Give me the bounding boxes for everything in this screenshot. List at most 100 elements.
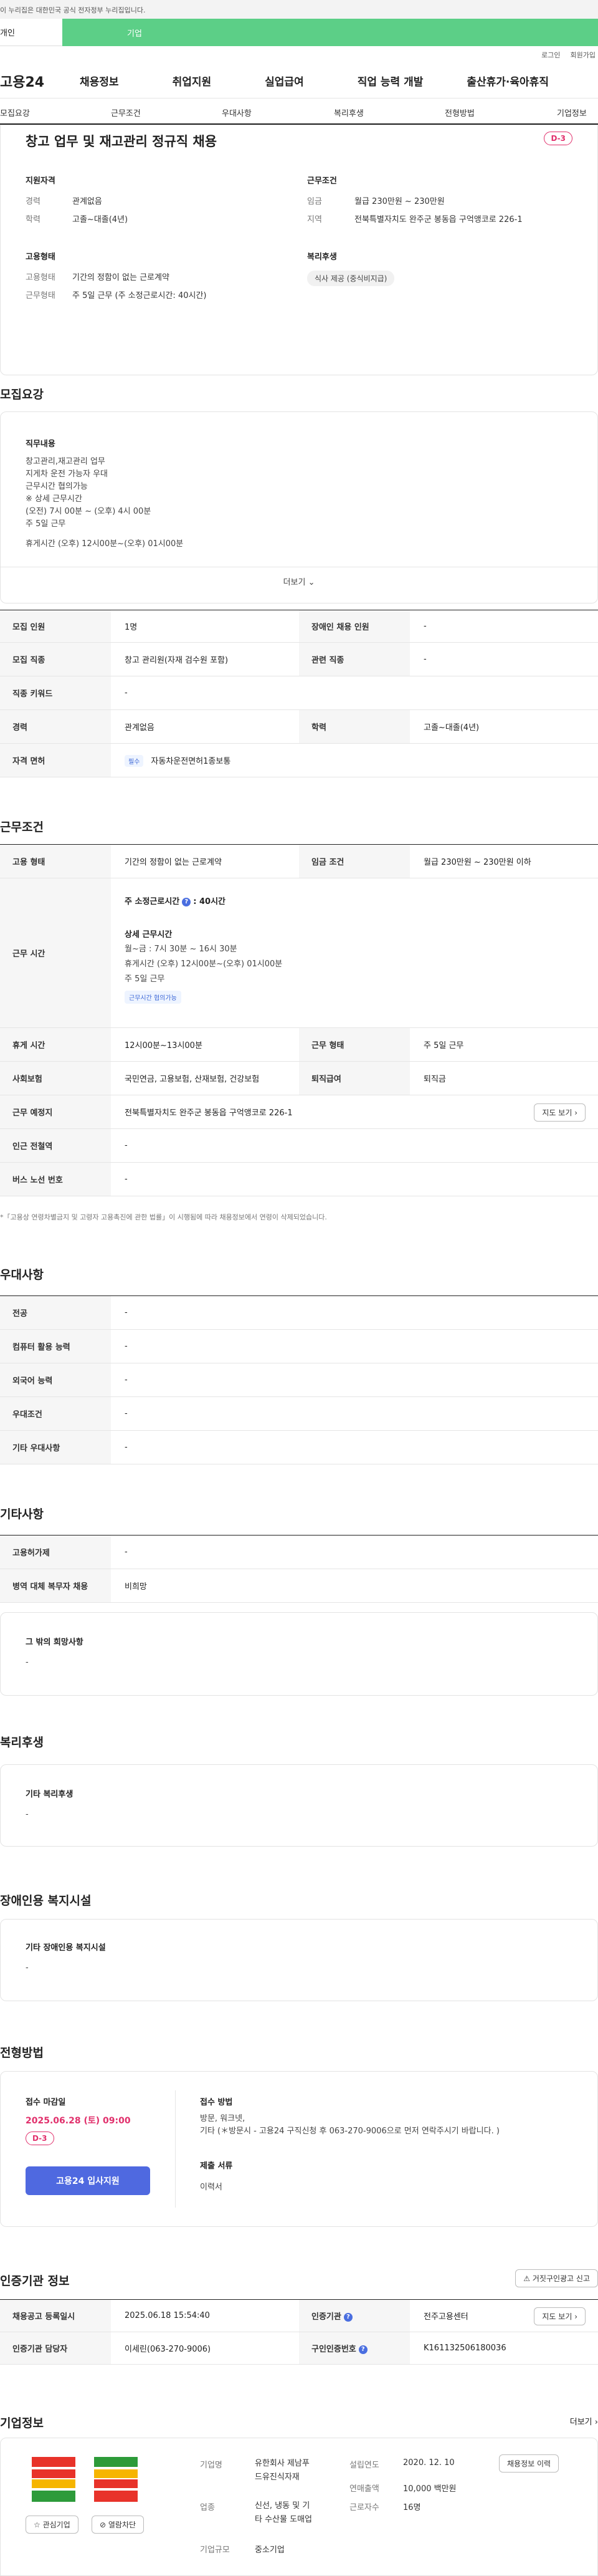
block-view-button[interactable]: ⊘ 열람차단: [92, 2516, 145, 2534]
table-cell: -: [111, 1430, 598, 1464]
table-cell: 관계없음: [111, 709, 299, 744]
application-method: 방문, 워크넷, 기타 (＊방문시 - 고용24 구직신청 후 063-270-…: [200, 2114, 500, 2136]
signup-link[interactable]: 회원가입: [571, 50, 596, 60]
table-cell: -: [111, 1329, 598, 1363]
work-table: 고용 형태 기간의 정함이 없는 근로계약 임금 조건 월급 230만원 ~ 230…: [0, 844, 598, 1196]
tab-personal[interactable]: 개인: [0, 19, 62, 46]
nav-parental-leave[interactable]: 출산휴가·육아휴직: [467, 73, 549, 89]
report-icon: ⚠: [523, 2274, 531, 2283]
help-icon[interactable]: ?: [358, 2345, 368, 2354]
deadline-dday-badge: D-3: [26, 2131, 54, 2145]
tab-welfare[interactable]: 복리후생: [334, 107, 364, 118]
nav-unemployment[interactable]: 실업급여: [265, 73, 304, 89]
table-cell: 국민연금, 고용보험, 산재보험, 건강보험: [111, 1061, 299, 1095]
table-cell: -: [410, 642, 598, 676]
table-header-cell: 학력: [299, 709, 410, 744]
map-view-button[interactable]: 지도 보기 ›: [534, 1103, 586, 1122]
company-more-link[interactable]: 더보기 ›: [570, 2415, 598, 2427]
utility-links: 로그인 회원가입: [0, 46, 598, 64]
tab-company[interactable]: 기업정보: [557, 107, 587, 118]
user-type-tabs: 개인 기업: [0, 19, 598, 46]
site-logo[interactable]: 고용24: [0, 71, 75, 91]
table-cell: -: [111, 1396, 598, 1431]
report-false-ad-button[interactable]: ⚠ 거짓구인광고 신고: [515, 2269, 598, 2287]
company-box: ☆ 관심기업 ⊘ 열람차단 기업명 유한회사 제남푸 드유진식자재 설립연도 20…: [0, 2438, 598, 2576]
table-cell: 2025.06.18 15:54:40: [111, 2299, 299, 2332]
table-header-cell: 인근 전철역: [0, 1128, 111, 1163]
table-header-cell: 모집 인원: [0, 610, 111, 643]
table-cell: -: [111, 1128, 598, 1163]
prefer-heading: 우대사항: [0, 1268, 44, 1282]
employment-type-group: 고용형태 고용형태 기간의 정함이 없는 근로계약 근무형태 주 5일 근무 (주 …: [26, 252, 207, 300]
disabled-facility-box: 기타 장애인용 복지시설 -: [0, 1919, 598, 2001]
nav-employment-support[interactable]: 취업지원: [173, 73, 212, 89]
table-cell: -: [111, 1363, 598, 1397]
table-header-cell: 고용 형태: [0, 844, 111, 878]
table-header-cell: 사회보험: [0, 1061, 111, 1095]
cert-map-button[interactable]: 지도 보기 ›: [534, 2307, 586, 2325]
disabled-facility-heading: 장애인용 복지시설: [0, 1894, 92, 1908]
table-header-cell: 모집 직종: [0, 642, 111, 676]
table-cell: 12시00분~13시00분: [111, 1027, 299, 1062]
table-header-cell: 관련 직종: [299, 642, 410, 676]
table-cell: 고졸~대졸(4년): [410, 709, 598, 744]
nav-jobs[interactable]: 채용정보: [80, 73, 119, 89]
table-header-cell: 채용공고 등록일시: [0, 2299, 111, 2332]
cert-heading: 인증기관 정보: [0, 2274, 70, 2288]
tab-preference[interactable]: 우대사항: [222, 107, 252, 118]
recruit-heading: 모집요강: [0, 388, 44, 401]
table-header-cell: 퇴직급여: [299, 1061, 410, 1095]
table-cell: -: [111, 1295, 598, 1330]
table-cell: 주 소정근로시간?: 40시간 상세 근무시간 월~금 : 7시 30분 ~ 1…: [111, 878, 598, 1028]
table-header-cell: 휴게 시간: [0, 1027, 111, 1062]
hiring-history-button[interactable]: 채용정보 이력: [499, 2454, 559, 2473]
etc-table: 고용허가제 - 병역 대체 복무자 채용 비희망: [0, 1535, 598, 1603]
table-header-cell: 근무 형태: [299, 1027, 410, 1062]
table-header-cell: 구인인증번호?: [299, 2332, 410, 2365]
duty-content: 창고관리,재고관리 업무 지게차 운전 가능자 우대 근무시간 협의가능 ※ 상…: [26, 457, 184, 549]
tab-selection[interactable]: 전형방법: [445, 107, 475, 118]
benefit-heading: 복리후생: [0, 1736, 44, 1749]
tab-conditions[interactable]: 근무조건: [111, 107, 141, 118]
login-link[interactable]: 로그인: [541, 50, 560, 60]
global-nav: 고용24 채용정보 취업지원 실업급여 직업 능력 개발 출산휴가·육아휴직: [0, 64, 598, 99]
table-header-cell: 근무 시간: [0, 878, 111, 1028]
table-header-cell: 인증기관 담당자: [0, 2332, 111, 2365]
table-header-cell: 자격 면허: [0, 743, 111, 777]
selection-heading: 전형방법: [0, 2046, 44, 2060]
tab-recruit[interactable]: 모집요강: [0, 107, 30, 118]
table-cell: K161132506180036: [410, 2332, 598, 2365]
table-header-cell: 전공: [0, 1295, 111, 1330]
company-heading: 기업정보: [0, 2416, 44, 2430]
help-icon[interactable]: ?: [343, 2312, 353, 2322]
table-cell: 1명: [111, 610, 299, 643]
table-cell: -: [410, 610, 598, 643]
help-icon[interactable]: ?: [182, 897, 191, 906]
table-cell: 비희망: [111, 1569, 598, 1603]
tab-company[interactable]: 기업: [62, 19, 598, 46]
nav-training[interactable]: 직업 능력 개발: [358, 73, 424, 89]
table-header-cell: 버스 노선 번호: [0, 1162, 111, 1196]
apply-button[interactable]: 고용24 입사지원: [26, 2166, 150, 2195]
qualification-group: 지원자격 경력 관계없음 학력 고졸~대졸(4년): [26, 176, 128, 224]
prefer-table: 전공 - 컴퓨터 활용 능력 - 외국어 능력 - 우대조건 - 기타 우대사항 -: [0, 1295, 598, 1464]
duty-more-button[interactable]: 더보기 ⌄: [1, 575, 597, 587]
table-header-cell: 병역 대체 복무자 채용: [0, 1569, 111, 1603]
work-condition-group: 근무조건 임금 월급 230만원 ~ 230만원 지역 전북특별자치도 완주군 봉동…: [307, 176, 523, 224]
hope-box: 그 밖의 희망사항 -: [0, 1612, 598, 1696]
welfare-chip: 식사 제공 (중식비지급): [307, 271, 395, 286]
table-header-cell: 직종 키워드: [0, 676, 111, 710]
table-cell: 전주고용센터 지도 보기 ›: [410, 2299, 598, 2332]
work-heading: 근무조건: [0, 820, 44, 834]
table-header-cell: 기타 우대사항: [0, 1430, 111, 1464]
company-logo: [26, 2454, 150, 2504]
table-cell: -: [111, 676, 598, 710]
table-header-cell: 외국어 능력: [0, 1363, 111, 1397]
table-header-cell: 고용허가제: [0, 1535, 111, 1569]
favorite-company-button[interactable]: ☆ 관심기업: [26, 2516, 78, 2534]
etc-heading: 기타사항: [0, 1507, 44, 1521]
table-header-cell: 인증기관?: [299, 2299, 410, 2332]
benefit-box: 기타 복리후생 -: [0, 1764, 598, 1847]
age-note: *「고용상 연령차별금지 및 고령자 고용촉진에 관한 법률」이 시행됨에 따라…: [0, 1213, 327, 1221]
selection-box: 접수 마감일 2025.06.28 (토) 09:00 D-3 고용24 입사지…: [0, 2071, 598, 2227]
